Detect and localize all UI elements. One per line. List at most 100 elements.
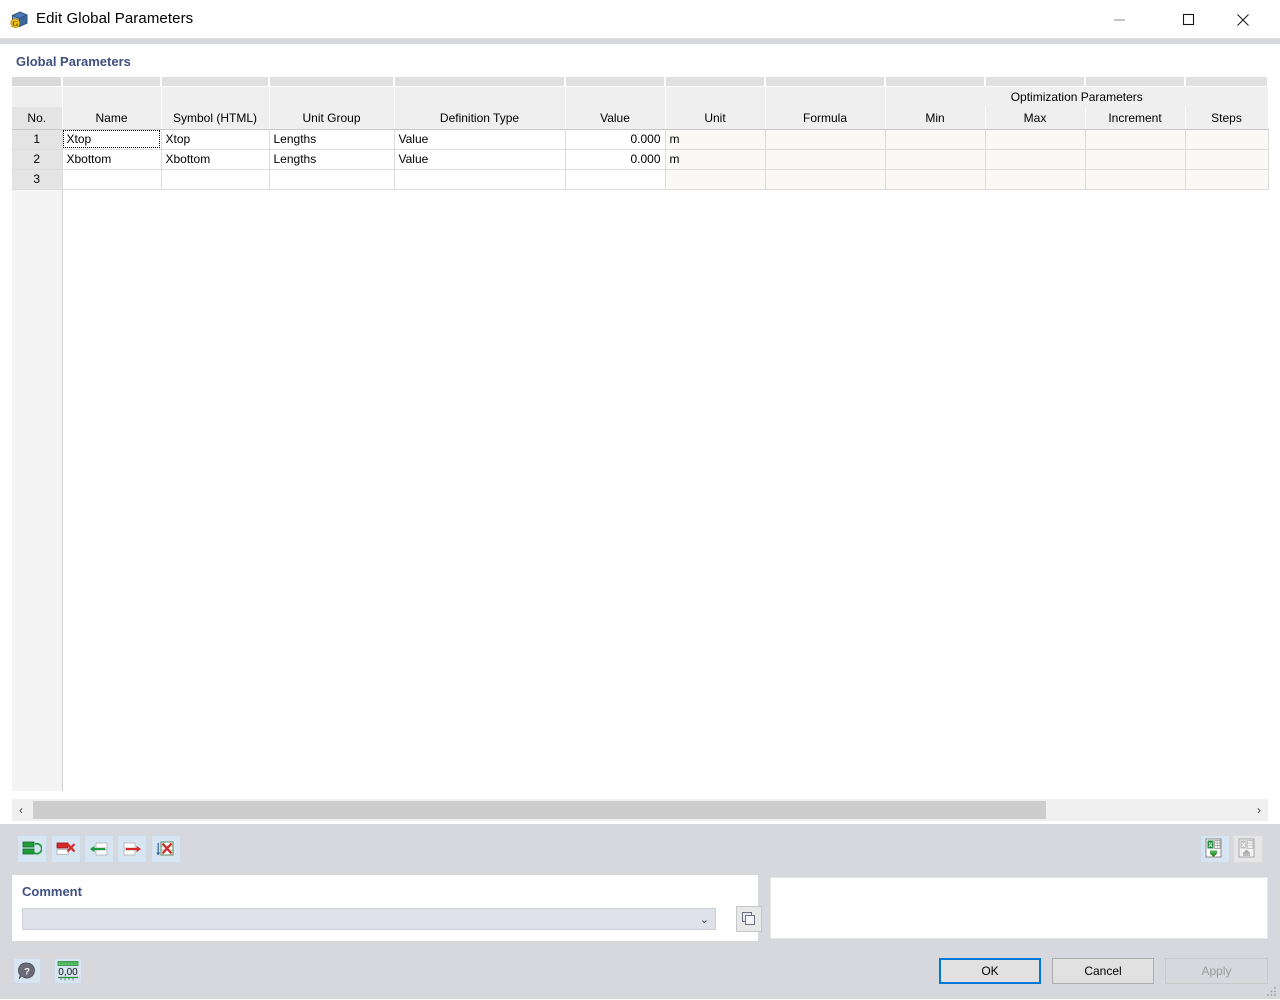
excel-export-icon: X <box>1237 838 1259 860</box>
cell-symbol[interactable]: Xtop <box>161 129 269 149</box>
cell-symbol[interactable]: Xbottom <box>161 149 269 169</box>
cell-min[interactable] <box>885 129 985 149</box>
close-icon <box>1236 13 1250 27</box>
decimal-places-button[interactable]: 0,00 <box>54 958 82 984</box>
dialog-body: Global Parameters <box>0 39 1280 960</box>
column-header-definition-type[interactable]: Definition Type <box>394 107 565 129</box>
cell-unit[interactable] <box>665 169 765 189</box>
row-number-cell[interactable]: 2 <box>12 149 62 169</box>
move-right-button[interactable] <box>117 835 147 863</box>
resize-grip[interactable] <box>1266 985 1278 997</box>
cell-steps[interactable] <box>1185 169 1268 189</box>
column-header-unit[interactable]: Unit <box>665 107 765 129</box>
group-header-blank <box>765 86 885 107</box>
column-header-unit-group[interactable]: Unit Group <box>269 107 394 129</box>
comment-library-icon <box>741 911 757 927</box>
move-left-icon <box>89 840 109 858</box>
spacer-cell <box>985 77 1085 86</box>
cell-unit-group[interactable]: Lengths <box>269 149 394 169</box>
cell-unit-group[interactable] <box>269 169 394 189</box>
cell-value[interactable]: 0.000 <box>565 149 665 169</box>
parameters-table-container[interactable]: Optimization Parameters No. Name Symbol … <box>12 77 1280 791</box>
cell-min[interactable] <box>885 169 985 189</box>
minimize-button[interactable] <box>1096 0 1142 39</box>
chevron-down-icon[interactable]: ⌄ <box>700 913 709 926</box>
cancel-button[interactable]: Cancel <box>1052 958 1154 984</box>
cell-max[interactable] <box>985 169 1085 189</box>
table-row[interactable]: 3 <box>12 169 1268 189</box>
table-head: Optimization Parameters No. Name Symbol … <box>12 77 1268 129</box>
decimals-label-text: 0,00 <box>58 967 78 978</box>
row-number-cell[interactable]: 1 <box>12 129 62 149</box>
cell-min[interactable] <box>885 149 985 169</box>
cell-definition-type[interactable]: Value <box>394 129 565 149</box>
table-group-header-row: Optimization Parameters <box>12 86 1268 107</box>
column-header-increment[interactable]: Increment <box>1085 107 1185 129</box>
cell-increment[interactable] <box>1085 129 1185 149</box>
clear-table-button[interactable] <box>151 835 181 863</box>
cell-steps[interactable] <box>1185 129 1268 149</box>
group-header-blank <box>12 86 62 107</box>
group-header-blank <box>62 86 161 107</box>
ok-button[interactable]: OK <box>939 958 1041 984</box>
row-number-cell[interactable]: 3 <box>12 169 62 189</box>
cell-max[interactable] <box>985 149 1085 169</box>
global-parameters-icon: G <box>9 9 30 30</box>
scroll-left-arrow-icon[interactable]: ‹ <box>12 799 30 821</box>
group-header-blank <box>269 86 394 107</box>
group-header-blank <box>665 86 765 107</box>
column-header-value[interactable]: Value <box>565 107 665 129</box>
delete-row-button[interactable] <box>51 835 81 863</box>
new-row-button[interactable] <box>17 835 47 863</box>
column-header-name[interactable]: Name <box>62 107 161 129</box>
comment-input[interactable]: ⌄ <box>22 908 716 930</box>
cell-formula[interactable] <box>765 129 885 149</box>
column-header-no[interactable]: No. <box>12 107 62 129</box>
column-header-min[interactable]: Min <box>885 107 985 129</box>
scrollbar-thumb[interactable] <box>33 801 1046 819</box>
scroll-right-arrow-icon[interactable]: › <box>1250 799 1268 821</box>
new-row-icon <box>22 840 42 858</box>
maximize-icon <box>1182 13 1195 26</box>
table-row[interactable]: 2 Xbottom Xbottom Lengths Value 0.000 m <box>12 149 1268 169</box>
cell-increment[interactable] <box>1085 149 1185 169</box>
cell-unit[interactable]: m <box>665 129 765 149</box>
cell-formula[interactable] <box>765 149 885 169</box>
dialog-footer: ? 0,00 OK Cancel Apply <box>0 945 1280 999</box>
cell-value[interactable]: 0.000 <box>565 129 665 149</box>
excel-export-button[interactable]: X <box>1233 835 1263 863</box>
cell-definition-type[interactable] <box>394 169 565 189</box>
cell-max[interactable] <box>985 129 1085 149</box>
horizontal-scrollbar[interactable]: ‹ › <box>12 799 1268 821</box>
move-left-button[interactable] <box>84 835 114 863</box>
close-button[interactable] <box>1220 0 1266 39</box>
spacer-cell <box>885 77 985 86</box>
column-header-formula[interactable]: Formula <box>765 107 885 129</box>
cell-unit-group[interactable]: Lengths <box>269 129 394 149</box>
table-row[interactable]: 1 Xtop Xtop Lengths Value 0.000 m <box>12 129 1268 149</box>
comment-library-button[interactable] <box>736 906 762 932</box>
column-header-steps[interactable]: Steps <box>1185 107 1268 129</box>
spacer-cell <box>565 77 665 86</box>
cell-name[interactable]: Xbottom <box>62 149 161 169</box>
filler-row-number <box>12 189 62 791</box>
decimal-places-icon: 0,00 <box>56 960 80 982</box>
cell-name[interactable] <box>62 169 161 189</box>
cell-value[interactable] <box>565 169 665 189</box>
cell-formula[interactable] <box>765 169 885 189</box>
excel-import-button[interactable]: X <box>1200 835 1230 863</box>
column-header-max[interactable]: Max <box>985 107 1085 129</box>
maximize-button[interactable] <box>1165 0 1211 39</box>
table-column-header-row: No. Name Symbol (HTML) Unit Group Defini… <box>12 107 1268 129</box>
cell-definition-type[interactable]: Value <box>394 149 565 169</box>
parameters-table: Optimization Parameters No. Name Symbol … <box>12 77 1269 791</box>
cell-steps[interactable] <box>1185 149 1268 169</box>
help-button[interactable]: ? <box>13 958 41 984</box>
svg-text:?: ? <box>24 966 30 977</box>
group-header-blank <box>161 86 269 107</box>
cell-increment[interactable] <box>1085 169 1185 189</box>
cell-name[interactable]: Xtop <box>62 129 161 149</box>
cell-unit[interactable]: m <box>665 149 765 169</box>
column-header-symbol[interactable]: Symbol (HTML) <box>161 107 269 129</box>
cell-symbol[interactable] <box>161 169 269 189</box>
